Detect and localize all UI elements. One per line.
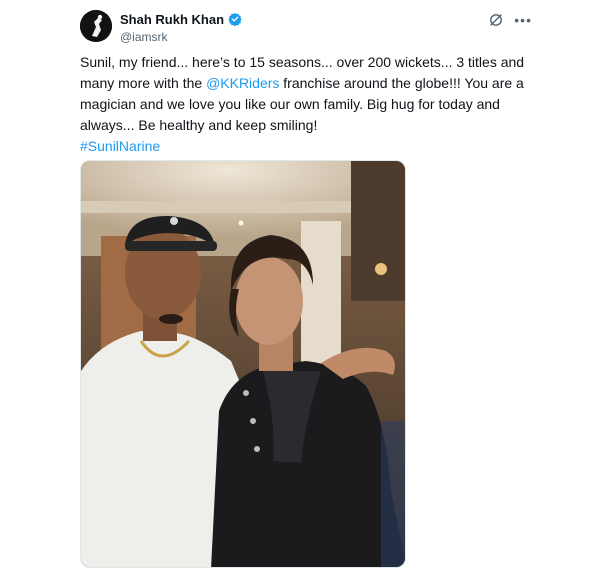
tweet-card: Shah Rukh Khan @iamsrk ••• Sunil, my fri… <box>0 0 600 570</box>
mention-link[interactable]: @KKRiders <box>206 75 279 91</box>
author-info: Shah Rukh Khan @iamsrk <box>120 10 242 44</box>
avatar[interactable] <box>80 10 112 42</box>
verified-badge-icon <box>228 12 242 27</box>
more-icon[interactable]: ••• <box>514 13 532 27</box>
avatar-silhouette-icon <box>80 10 112 42</box>
tweet-text: Sunil, my friend... here’s to 15 seasons… <box>80 52 530 157</box>
top-actions: ••• <box>488 12 532 28</box>
handle[interactable]: @iamsrk <box>120 30 242 44</box>
display-name[interactable]: Shah Rukh Khan <box>120 12 224 27</box>
hashtag-link[interactable]: #SunilNarine <box>80 138 160 154</box>
grok-icon[interactable] <box>488 12 504 28</box>
photo-illustration <box>81 161 405 567</box>
tweet-photo[interactable] <box>80 160 406 568</box>
